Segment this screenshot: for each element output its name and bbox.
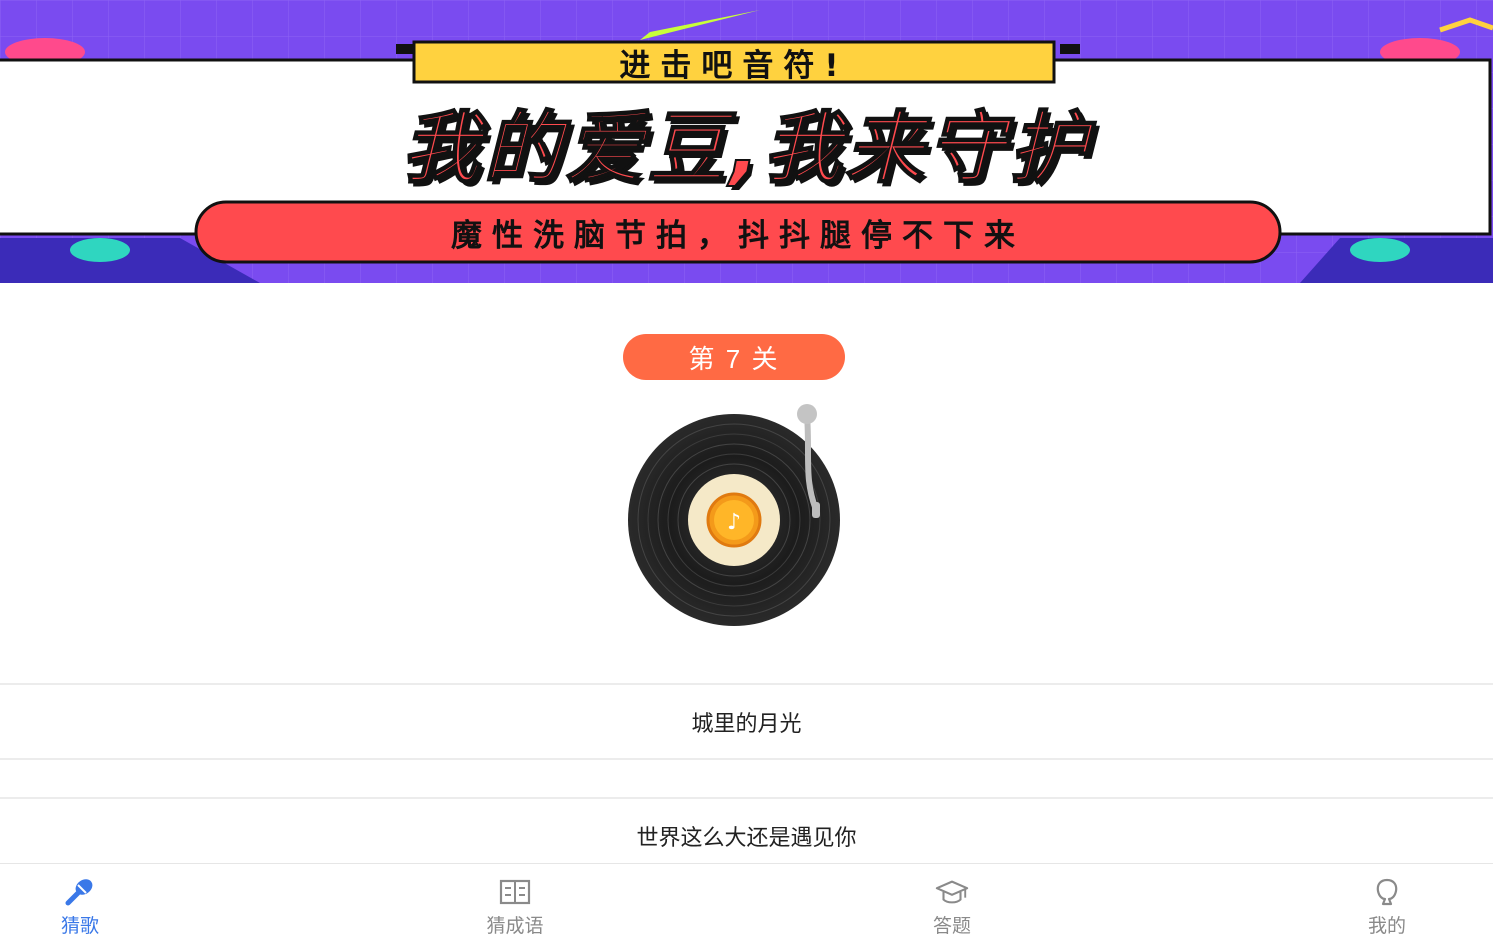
tab-quiz[interactable]: 答题 (872, 864, 1032, 939)
bottom-tab-bar: 猜歌 猜成语 答题 我的 (0, 863, 1493, 939)
banner[interactable]: 进击吧音符! 我的爱豆,我来守护 魔性洗脑节拍，抖抖腿停不下来 (0, 0, 1493, 283)
banner-title: 我的爱豆,我来守护 (401, 103, 1092, 195)
answer-option[interactable]: 城里的月光 (0, 685, 1493, 759)
banner-subtitle: 魔性洗脑节拍，抖抖腿停不下来 (451, 217, 1025, 254)
vinyl-record-icon[interactable]: ♪ (620, 398, 850, 630)
microphone-icon (63, 876, 97, 908)
tab-guess-idiom[interactable]: 猜成语 (435, 864, 595, 939)
svg-text:♪: ♪ (727, 510, 741, 535)
tab-mine[interactable]: 我的 (1307, 864, 1467, 939)
tab-label: 猜成语 (486, 916, 544, 937)
tab-label: 我的 (1367, 916, 1406, 937)
answer-option[interactable] (0, 760, 1493, 798)
book-icon (498, 876, 532, 908)
graduation-cap-icon (935, 876, 969, 908)
tab-guess-song[interactable]: 猜歌 (0, 864, 160, 939)
banner-top-text: 进击吧音符! (619, 47, 849, 84)
answer-option[interactable]: 世界这么大还是遇见你 (0, 799, 1493, 873)
tab-label: 答题 (932, 916, 971, 937)
level-badge: 第 7 关 (623, 334, 845, 380)
tab-label: 猜歌 (60, 916, 99, 937)
person-icon (1370, 876, 1404, 908)
